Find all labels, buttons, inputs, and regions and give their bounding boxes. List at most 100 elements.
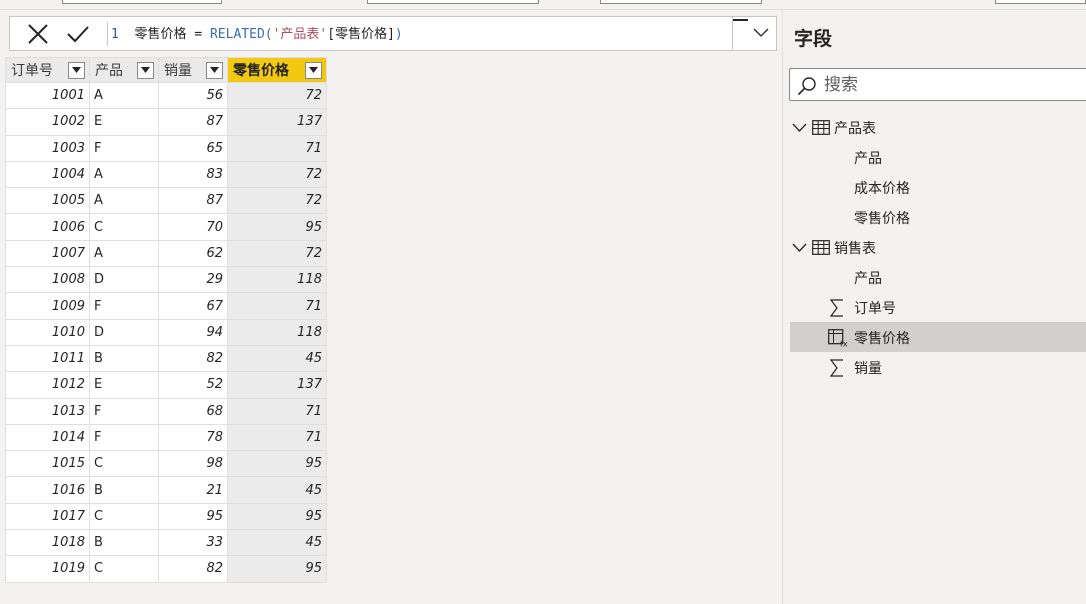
cancel-formula-button[interactable] <box>18 17 58 50</box>
table-cell[interactable]: B <box>89 344 159 373</box>
table-cell[interactable]: D <box>89 266 159 294</box>
column-filter-button[interactable] <box>68 61 85 79</box>
table-cell[interactable]: 137 <box>227 108 327 136</box>
table-cell[interactable]: 52 <box>158 371 228 399</box>
table-cell[interactable]: 98 <box>158 450 228 478</box>
formula-bar[interactable]: 1 零售价格 = RELATED('产品表'[零售价格]) <box>9 16 777 51</box>
table-cell[interactable]: 29 <box>158 266 228 294</box>
expand-formula-button[interactable] <box>732 17 776 50</box>
table-cell[interactable]: 137 <box>227 371 327 399</box>
table-cell[interactable]: 72 <box>227 81 327 110</box>
table-cell[interactable]: 1018 <box>5 529 90 557</box>
column-header-quantity[interactable]: 销量 <box>158 57 228 83</box>
table-cell[interactable]: 1002 <box>5 108 90 136</box>
table-cell[interactable]: C <box>89 213 159 241</box>
table-cell[interactable]: 45 <box>227 476 327 504</box>
table-cell[interactable]: 62 <box>158 239 228 268</box>
column-filter-button[interactable] <box>137 61 154 79</box>
table-cell[interactable]: F <box>89 134 159 162</box>
field-item[interactable]: fx 零售价格 <box>790 322 1086 352</box>
table-cell[interactable]: 72 <box>227 160 327 189</box>
table-cell[interactable]: 83 <box>158 160 228 189</box>
table-cell[interactable]: C <box>89 555 159 583</box>
table-cell[interactable]: 1006 <box>5 213 90 241</box>
table-cell[interactable]: 1012 <box>5 371 90 399</box>
table-cell[interactable]: A <box>89 239 159 268</box>
table-cell[interactable]: 70 <box>158 213 228 241</box>
table-cell[interactable]: A <box>89 81 159 110</box>
field-item[interactable]: 订单号 <box>790 292 1086 322</box>
table-cell[interactable]: 56 <box>158 81 228 110</box>
table-cell[interactable]: 118 <box>227 266 327 294</box>
table-cell[interactable]: 95 <box>227 555 327 583</box>
table-cell[interactable]: B <box>89 529 159 557</box>
table-cell[interactable]: 67 <box>158 292 228 320</box>
table-cell[interactable]: 71 <box>227 423 327 452</box>
table-cell[interactable]: 1013 <box>5 397 90 425</box>
field-item[interactable]: 产品 <box>790 262 1086 292</box>
table-cell[interactable]: 78 <box>158 423 228 452</box>
table-cell[interactable]: C <box>89 502 159 531</box>
table-cell[interactable]: 1003 <box>5 134 90 162</box>
table-cell[interactable]: 1014 <box>5 423 90 452</box>
table-cell[interactable]: 1005 <box>5 187 90 215</box>
table-cell[interactable]: D <box>89 318 159 346</box>
table-node[interactable]: 产品表 <box>790 112 1086 142</box>
column-filter-button[interactable] <box>206 61 223 79</box>
table-cell[interactable]: 71 <box>227 397 327 425</box>
table-cell[interactable]: 71 <box>227 134 327 162</box>
table-cell[interactable]: B <box>89 476 159 504</box>
table-cell[interactable]: 87 <box>158 108 228 136</box>
table-cell[interactable]: 82 <box>158 344 228 373</box>
table-cell[interactable]: 95 <box>227 213 327 241</box>
table-cell[interactable]: E <box>89 371 159 399</box>
table-cell[interactable]: 1009 <box>5 292 90 320</box>
table-node[interactable]: 销售表 <box>790 232 1086 262</box>
table-cell[interactable]: 1007 <box>5 239 90 268</box>
field-item[interactable]: 产品 <box>790 142 1086 172</box>
table-cell[interactable]: 82 <box>158 555 228 583</box>
column-header-product[interactable]: 产品 <box>89 57 159 83</box>
table-cell[interactable]: 1008 <box>5 266 90 294</box>
table-cell[interactable]: 21 <box>158 476 228 504</box>
table-cell[interactable]: 1011 <box>5 344 90 373</box>
search-input[interactable] <box>824 73 1074 97</box>
field-item[interactable]: 销量 <box>790 352 1086 382</box>
table-cell[interactable]: 45 <box>227 529 327 557</box>
field-item[interactable]: 成本价格 <box>790 172 1086 202</box>
table-cell[interactable]: 1019 <box>5 555 90 583</box>
table-cell[interactable]: F <box>89 397 159 425</box>
table-cell[interactable]: E <box>89 108 159 136</box>
table-cell[interactable]: 72 <box>227 239 327 268</box>
table-cell[interactable]: 71 <box>227 292 327 320</box>
table-cell[interactable]: 72 <box>227 187 327 215</box>
table-cell[interactable]: 45 <box>227 344 327 373</box>
table-cell[interactable]: A <box>89 187 159 215</box>
table-cell[interactable]: 118 <box>227 318 327 346</box>
column-filter-button[interactable] <box>305 61 322 79</box>
commit-formula-button[interactable] <box>58 17 98 50</box>
table-cell[interactable]: 95 <box>158 502 228 531</box>
table-cell[interactable]: C <box>89 450 159 478</box>
table-cell[interactable]: F <box>89 292 159 320</box>
formula-text[interactable]: 1 零售价格 = RELATED('产品表'[零售价格]) <box>111 23 403 42</box>
table-cell[interactable]: 87 <box>158 187 228 215</box>
table-cell[interactable]: 94 <box>158 318 228 346</box>
table-cell[interactable]: 1004 <box>5 160 90 189</box>
field-item[interactable]: 零售价格 <box>790 202 1086 232</box>
fields-search-box[interactable] <box>789 68 1086 101</box>
table-cell[interactable]: 1015 <box>5 450 90 478</box>
table-cell[interactable]: 95 <box>227 502 327 531</box>
table-cell[interactable]: 1010 <box>5 318 90 346</box>
table-cell[interactable]: 33 <box>158 529 228 557</box>
column-header-order-id[interactable]: 订单号 <box>5 57 90 83</box>
table-cell[interactable]: 68 <box>158 397 228 425</box>
table-cell[interactable]: 95 <box>227 450 327 478</box>
table-cell[interactable]: A <box>89 160 159 189</box>
table-cell[interactable]: 1016 <box>5 476 90 504</box>
table-cell[interactable]: 65 <box>158 134 228 162</box>
table-cell[interactable]: 1017 <box>5 502 90 531</box>
table-cell[interactable]: F <box>89 423 159 452</box>
table-cell[interactable]: 1001 <box>5 81 90 110</box>
column-header-retail-price[interactable]: 零售价格 <box>227 57 327 83</box>
